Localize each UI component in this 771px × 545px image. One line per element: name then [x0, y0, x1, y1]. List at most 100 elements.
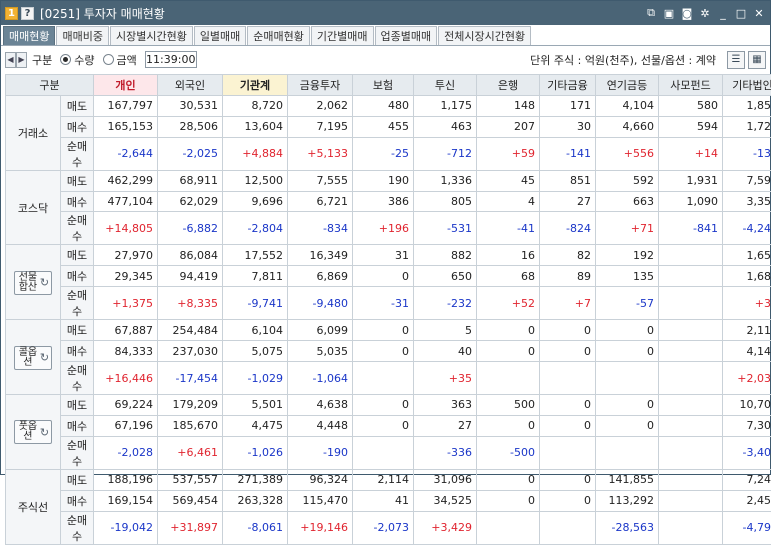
cell: 27 [414, 415, 477, 436]
row-label: 순매수 [61, 137, 94, 170]
cell [659, 490, 723, 511]
cell: 2,112 [723, 320, 771, 341]
cell: 4,104 [596, 95, 659, 116]
cell: 27 [540, 191, 596, 212]
cell [659, 245, 723, 266]
radio-amount-dot[interactable] [103, 54, 114, 65]
gear-icon[interactable]: ✲ [698, 6, 712, 20]
cell [659, 469, 723, 490]
cell: -2,028 [94, 436, 158, 469]
col-header-0[interactable]: 구분 [6, 75, 94, 96]
minimize-icon[interactable]: _ [716, 6, 730, 20]
link-icon[interactable]: ⧉ [644, 6, 658, 20]
memo-icon[interactable]: ▣ [662, 6, 676, 20]
group-label: 코스닥 [6, 170, 61, 245]
cell: 13,604 [223, 116, 288, 137]
cell: 1,724 [723, 116, 771, 137]
maximize-icon[interactable]: □ [734, 6, 748, 20]
cell: 0 [353, 415, 414, 436]
col-header-7[interactable]: 은행 [477, 75, 540, 96]
cell: -9,480 [288, 287, 353, 320]
grid-icon[interactable]: ▦ [748, 51, 766, 69]
group-label[interactable]: 콜옵션↻ [6, 320, 61, 395]
row-label: 매수 [61, 341, 94, 362]
row-label: 순매수 [61, 511, 94, 544]
tab-3[interactable]: 일별매매 [194, 26, 246, 45]
tab-5[interactable]: 기간별매매 [311, 26, 374, 45]
cell: 34,525 [414, 490, 477, 511]
table-row: 순매수+1,375+8,335-9,741-9,480-31-232+52+7-… [6, 287, 771, 320]
col-header-6[interactable]: 투신 [414, 75, 477, 96]
list-icon[interactable]: ☰ [727, 51, 745, 69]
tab-1[interactable]: 매매비중 [56, 26, 108, 45]
tab-7[interactable]: 전체시장시간현황 [438, 26, 531, 45]
cell: 851 [540, 170, 596, 191]
group-toggle-button[interactable]: 선물합산↻ [14, 271, 52, 295]
group-label[interactable]: 풋옵션↻ [6, 395, 61, 470]
table-row: 풋옵션↻매도69,224179,2095,5014,63803635000010… [6, 395, 771, 416]
cell: 3,350 [723, 191, 771, 212]
table-row: 거래소매도167,79730,5318,7202,0624801,1751481… [6, 95, 771, 116]
close-icon[interactable]: ✕ [752, 6, 766, 20]
cell: -1,026 [223, 436, 288, 469]
help-icon[interactable]: ? [21, 7, 34, 20]
cell: 40 [414, 341, 477, 362]
cell: +71 [596, 212, 659, 245]
cell: 9,696 [223, 191, 288, 212]
radio-quantity[interactable]: 수량 [60, 52, 94, 68]
time-input[interactable]: 11:39:00 [145, 51, 197, 68]
cell: 135 [596, 266, 659, 287]
prev-arrow-icon[interactable]: ◀ [5, 52, 16, 68]
cell: 455 [353, 116, 414, 137]
tab-6[interactable]: 업종별매매 [375, 26, 438, 45]
cell: +3,429 [414, 511, 477, 544]
cell: -841 [659, 212, 723, 245]
col-header-5[interactable]: 보험 [353, 75, 414, 96]
next-arrow-icon[interactable]: ▶ [16, 52, 27, 68]
toolbar: ◀ ▶ 구분 수량 금액 11:39:00 단위 주식 : 억원(천주), 선물… [1, 46, 770, 73]
col-header-11[interactable]: 기타법인 [723, 75, 771, 96]
cell: -1,029 [223, 362, 288, 395]
row-label: 매수 [61, 191, 94, 212]
cell: 462,299 [94, 170, 158, 191]
radio-amount[interactable]: 금액 [103, 52, 137, 68]
col-header-8[interactable]: 기타금융 [540, 75, 596, 96]
col-header-2[interactable]: 외국인 [158, 75, 223, 96]
cell: -2,644 [94, 137, 158, 170]
cell: 41 [353, 490, 414, 511]
cell: -2,804 [223, 212, 288, 245]
cell: 0 [353, 266, 414, 287]
group-name: 선물합산 [17, 273, 39, 293]
group-toggle-button[interactable]: 풋옵션↻ [14, 420, 52, 444]
tab-0[interactable]: 매매현황 [3, 26, 55, 45]
group-label[interactable]: 선물합산↻ [6, 245, 61, 320]
col-header-3[interactable]: 기관계 [223, 75, 288, 96]
col-header-10[interactable]: 사모펀드 [659, 75, 723, 96]
row-label: 매도 [61, 395, 94, 416]
tab-2[interactable]: 시장별시간현황 [110, 26, 193, 45]
cell: 6,099 [288, 320, 353, 341]
screen-number-badge[interactable]: 1 [5, 7, 18, 20]
cell [540, 511, 596, 544]
cell: 67,887 [94, 320, 158, 341]
row-label: 매도 [61, 469, 94, 490]
cell: +2,037 [723, 362, 771, 395]
col-header-9[interactable]: 연기금등 [596, 75, 659, 96]
cell: 188,196 [94, 469, 158, 490]
cell: 4,475 [223, 415, 288, 436]
radio-quantity-dot[interactable] [60, 54, 71, 65]
row-label: 매도 [61, 245, 94, 266]
cell: 31 [353, 245, 414, 266]
cell: -19,042 [94, 511, 158, 544]
nav-arrows: ◀ ▶ [5, 52, 27, 68]
group-toggle-button[interactable]: 콜옵션↻ [14, 346, 52, 370]
col-header-4[interactable]: 금융투자 [288, 75, 353, 96]
cell: 4 [477, 191, 540, 212]
cell: 0 [477, 415, 540, 436]
cell: 237,030 [158, 341, 223, 362]
cell: 592 [596, 170, 659, 191]
camera-icon[interactable]: ◙ [680, 6, 694, 20]
col-header-1[interactable]: 개인 [94, 75, 158, 96]
tab-4[interactable]: 순매매현황 [247, 26, 310, 45]
cell [659, 320, 723, 341]
